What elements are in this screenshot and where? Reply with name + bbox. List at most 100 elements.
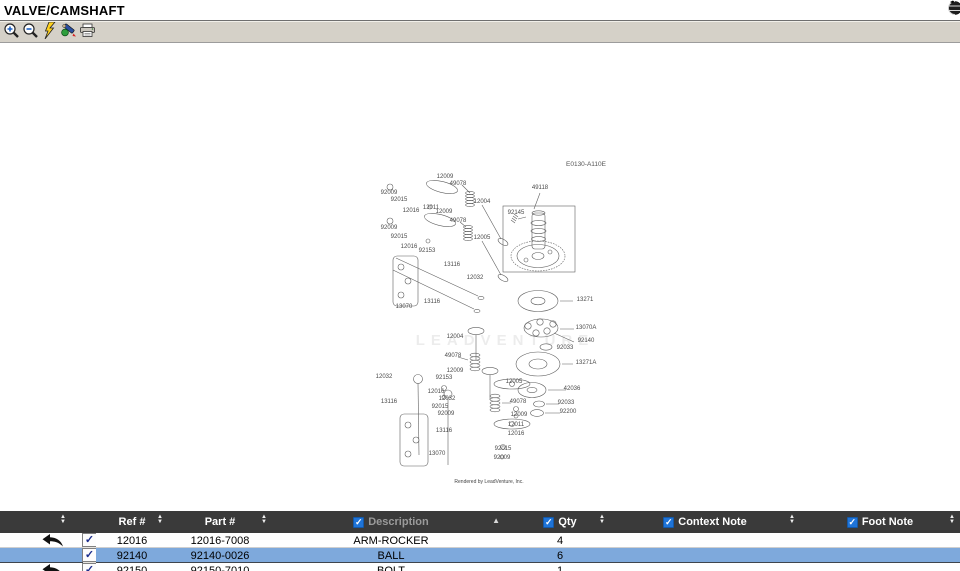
part-callout-label: 12009 <box>447 368 464 374</box>
part-callout-label: 12011 <box>508 422 525 428</box>
table-header: ▲▼ Ref # ▲▼ Part # ▲▼ ✓ Description ▲ ✓ … <box>0 511 960 533</box>
row-select-cell: ✓ <box>0 533 96 548</box>
foot-note-cell <box>800 533 960 548</box>
description-cell: BALL <box>272 548 510 563</box>
column-header-description[interactable]: ✓ Description ▲ <box>272 511 510 533</box>
column-header-part[interactable]: Part # ▲▼ <box>168 511 272 533</box>
globe-icon[interactable] <box>946 0 960 16</box>
zoom-in-icon <box>3 22 20 42</box>
sort-toggle[interactable]: ▲▼ <box>261 515 267 524</box>
sort-toggle[interactable]: ▲▼ <box>949 515 955 524</box>
lightning-icon <box>43 22 57 42</box>
parts-diagram[interactable]: LEADVENTURE <box>370 157 620 492</box>
part-callout-label: 92033 <box>558 400 575 406</box>
part-callout-label: 42036 <box>564 386 581 392</box>
foot-note-cell <box>800 563 960 571</box>
part-callout-label: 12016 <box>428 389 445 395</box>
row-checkbox[interactable]: ✓ <box>82 533 96 547</box>
column-header-context-note[interactable]: ✓ Context Note ▲▼ <box>610 511 800 533</box>
row-checkbox[interactable]: ✓ <box>82 563 96 571</box>
part-callout-label: 92009 <box>438 411 455 417</box>
part-callout-label: 92015 <box>495 446 512 452</box>
diagram-linework <box>387 178 575 466</box>
part-callout-label: 12004 <box>474 199 491 205</box>
part-callout-label: 12009 <box>437 174 454 180</box>
part-callout-label: 12032 <box>376 374 393 380</box>
part-number-cell: 12016-7008 <box>168 533 272 548</box>
render-credit: Rendered by LeadVenture, Inc. <box>454 479 523 485</box>
description-cell: BOLT <box>272 563 510 571</box>
row-select-cell: ✓ <box>0 563 96 571</box>
table-row[interactable]: ✓1201612016-7008ARM-ROCKER4 <box>0 533 960 548</box>
part-callout-label: 92140 <box>578 338 595 344</box>
diagram-link-arrow-icon[interactable] <box>42 564 66 571</box>
print-button[interactable] <box>78 22 97 41</box>
diagram-link-arrow-icon[interactable] <box>42 534 66 547</box>
row-select-cell: ✓ <box>0 548 96 563</box>
hotspots-button[interactable] <box>40 22 59 41</box>
sort-asc-indicator: ▲ <box>492 516 500 525</box>
part-callout-label: 92009 <box>381 190 398 196</box>
part-callout-label: 92015 <box>432 404 449 410</box>
part-callout-label: 12032 <box>439 396 456 402</box>
part-callout-label: 92009 <box>494 455 511 461</box>
zoom-out-button[interactable] <box>21 22 40 41</box>
context-note-cell <box>610 548 800 563</box>
part-callout-label: 12032 <box>467 275 484 281</box>
toolbar <box>0 20 960 43</box>
ref-cell: 92150 <box>96 563 168 571</box>
part-callout-label: 49078 <box>510 399 527 405</box>
column-header-foot-note[interactable]: ✓ Foot Note ▲▼ <box>800 511 960 533</box>
parts-table: ▲▼ Ref # ▲▼ Part # ▲▼ ✓ Description ▲ ✓ … <box>0 511 960 571</box>
part-callout-label: 13271 <box>577 297 594 303</box>
qty-cell: 6 <box>510 548 610 563</box>
foot-note-column-checkbox[interactable]: ✓ <box>847 517 858 528</box>
table-row[interactable]: ✓9215092150-7010BOLT1 <box>0 563 960 571</box>
column-label: Part # <box>205 516 236 528</box>
table-row[interactable]: ✓9214092140-0026BALL6 <box>0 548 960 563</box>
sort-toggle[interactable]: ▲▼ <box>157 515 163 524</box>
description-cell: ARM-ROCKER <box>272 533 510 548</box>
column-header-ref[interactable]: Ref # ▲▼ <box>96 511 168 533</box>
column-label: Description <box>368 516 429 528</box>
context-note-cell <box>610 533 800 548</box>
ref-cell: 92140 <box>96 548 168 563</box>
part-callout-label: 13116 <box>424 299 441 305</box>
tag-parts-button[interactable] <box>59 22 78 41</box>
sort-toggle[interactable]: ▲▼ <box>789 515 795 524</box>
page-title: VALVE/CAMSHAFT <box>0 0 960 18</box>
sort-toggle[interactable]: ▲▼ <box>599 515 605 524</box>
part-callout-label: 92009 <box>381 225 398 231</box>
part-callout-label: 12009 <box>436 209 453 215</box>
column-header-qty[interactable]: ✓ Qty ▲▼ <box>510 511 610 533</box>
description-column-checkbox[interactable]: ✓ <box>353 517 364 528</box>
parts-table-body: ✓1201612016-7008ARM-ROCKER4✓9214092140-0… <box>0 533 960 571</box>
qty-column-checkbox[interactable]: ✓ <box>543 517 554 528</box>
part-callout-label: 12016 <box>401 244 418 250</box>
part-callout-label: 92033 <box>557 345 574 351</box>
zoom-in-button[interactable] <box>2 22 21 41</box>
part-callout-label: 49078 <box>450 181 467 187</box>
part-callout-label: 13116 <box>444 262 461 268</box>
part-callout-label: 49118 <box>532 185 549 191</box>
context-note-column-checkbox[interactable]: ✓ <box>663 517 674 528</box>
part-callout-label: 92145 <box>508 210 525 216</box>
part-callout-label: 12004 <box>447 334 464 340</box>
ref-cell: 12016 <box>96 533 168 548</box>
part-callout-label: 12005 <box>474 235 491 241</box>
part-callout-label: 13070A <box>576 325 597 331</box>
row-checkbox[interactable]: ✓ <box>82 548 96 562</box>
part-callout-label: 92015 <box>391 197 408 203</box>
part-callout-label: 92153 <box>419 248 436 254</box>
part-callout-label: 12005 <box>506 379 523 385</box>
title-bar: VALVE/CAMSHAFT <box>0 0 960 20</box>
column-header-select: ▲▼ <box>0 511 96 533</box>
sort-toggle[interactable]: ▲▼ <box>60 515 66 524</box>
foot-note-cell <box>800 548 960 563</box>
column-label: Qty <box>558 516 576 528</box>
tag-parts-icon <box>60 22 77 41</box>
part-callout-label: 12009 <box>511 412 528 418</box>
diagram-area: LEADVENTURE <box>0 44 960 511</box>
zoom-out-icon <box>22 22 39 42</box>
part-callout-label: 13070 <box>396 304 413 310</box>
